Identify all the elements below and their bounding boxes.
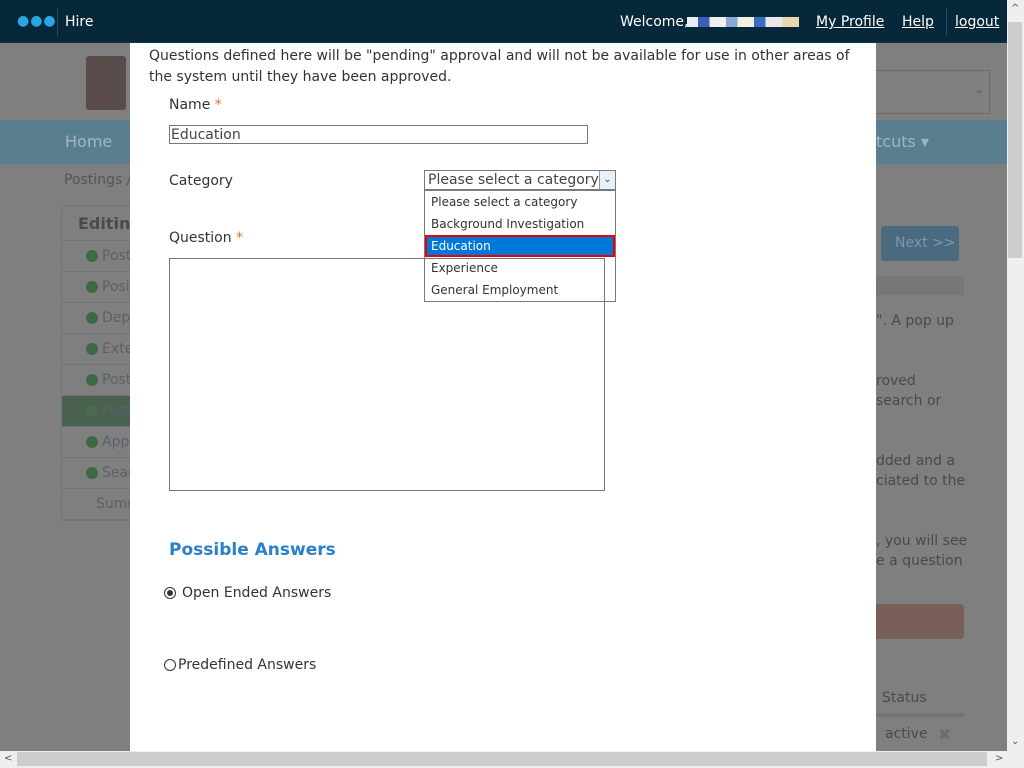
apps-menu-icon[interactable]: ●●●: [17, 13, 57, 29]
scroll-right-icon[interactable]: >: [995, 753, 1003, 764]
background-alert: [876, 604, 964, 639]
chevron-down-icon[interactable]: ⌄: [599, 171, 615, 189]
question-label: Question *: [169, 230, 244, 246]
category-select[interactable]: Please select a category ⌄: [424, 170, 616, 190]
predefined-radio[interactable]: Predefined Answers: [164, 657, 316, 673]
my-profile-link[interactable]: My Profile: [816, 14, 884, 30]
table-header-status: Status: [882, 690, 927, 706]
chevron-down-icon: ⌄: [974, 83, 984, 96]
scroll-up-icon[interactable]: ^: [1011, 3, 1019, 14]
scroll-left-icon[interactable]: <: [4, 753, 12, 764]
logout-link[interactable]: logout: [955, 14, 999, 30]
radio-checked-icon[interactable]: [164, 587, 176, 599]
sidebar-item: Appl: [102, 434, 134, 450]
app-name[interactable]: Hire: [65, 14, 93, 30]
background-text: ciated to the: [876, 473, 966, 489]
category-option[interactable]: Please select a category: [425, 191, 615, 213]
category-selected-value: Please select a category: [428, 172, 599, 188]
background-bar: [876, 276, 964, 295]
nav-home: Home: [65, 132, 113, 151]
category-option-highlighted[interactable]: Education: [425, 235, 615, 257]
divider: [57, 8, 58, 36]
delete-icon: ✖: [938, 725, 952, 744]
top-bar: ●●● Hire Welcome, My Profile Help logout: [0, 0, 1024, 43]
background-text: , you will see: [876, 533, 968, 549]
background-text: e a question: [876, 553, 963, 569]
check-icon: [86, 467, 98, 479]
sidebar-item: Post: [102, 248, 132, 264]
background-text: ". A pop up: [876, 313, 954, 329]
horizontal-scroll-thumb[interactable]: [17, 752, 987, 766]
background-text: search or: [876, 393, 942, 409]
sidebar-item: Exte: [102, 341, 134, 357]
scroll-down-icon[interactable]: ⌄: [1011, 736, 1019, 747]
check-icon: [86, 281, 98, 293]
possible-answers-title: Possible Answers: [169, 540, 336, 560]
add-question-modal: Questions defined here will be "pending"…: [130, 43, 876, 751]
divider: [946, 8, 947, 36]
intro-text: Questions defined here will be "pending"…: [149, 48, 850, 85]
check-icon: [86, 405, 98, 417]
redacted-username: [687, 17, 799, 27]
table-divider: [876, 713, 964, 717]
name-input[interactable]: [169, 125, 588, 144]
sidebar-item: Posi: [102, 279, 130, 295]
category-label: Category: [169, 173, 233, 189]
sidebar-item: Post: [102, 372, 132, 388]
status-cell: active: [885, 726, 928, 742]
open-ended-radio[interactable]: Open Ended Answers: [164, 585, 331, 601]
category-option[interactable]: Background Investigation: [425, 213, 615, 235]
background-text: roved: [876, 373, 916, 389]
check-icon: [86, 436, 98, 448]
breadcrumb: Postings /: [64, 172, 132, 188]
check-icon: [86, 374, 98, 386]
background-select: ⌄: [860, 70, 990, 114]
background-sidebar: Editing Post Posi Depa Exte Post Post Ap…: [61, 205, 142, 521]
question-textarea[interactable]: [169, 258, 605, 491]
name-label: Name *: [169, 97, 222, 113]
radio-unchecked-icon[interactable]: [164, 659, 176, 671]
vertical-scroll-thumb[interactable]: [1008, 22, 1022, 258]
welcome-text: Welcome,: [620, 14, 689, 30]
nav-shortcuts: tcuts ▾: [876, 132, 929, 151]
logo: [86, 56, 126, 110]
help-link[interactable]: Help: [902, 14, 934, 30]
sidebar-item: Post: [102, 403, 132, 419]
check-icon: [86, 312, 98, 324]
check-icon: [86, 250, 98, 262]
check-icon: [86, 343, 98, 355]
next-button: Next >>: [881, 226, 959, 261]
background-text: dded and a: [876, 453, 956, 469]
sidebar-title: Editing: [62, 206, 142, 241]
